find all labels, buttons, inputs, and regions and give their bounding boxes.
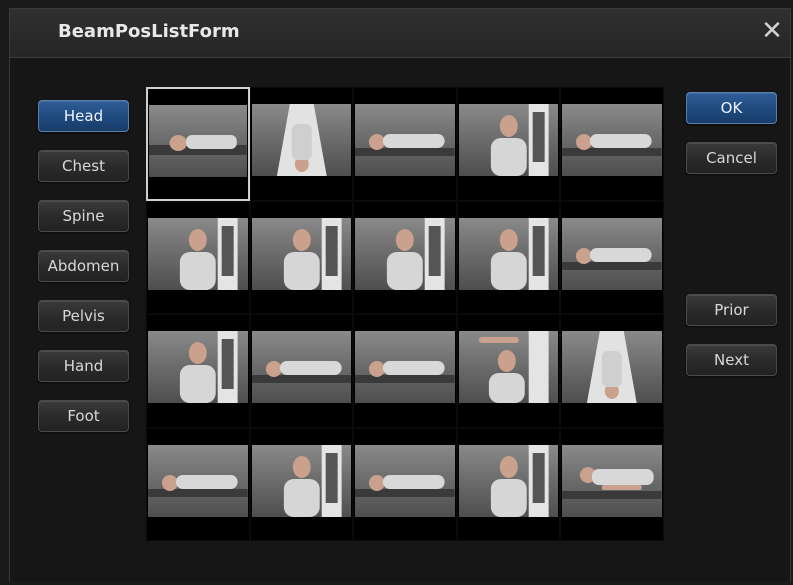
patient-position-image — [355, 444, 455, 517]
position-thumbnail[interactable] — [249, 87, 354, 201]
cancel-button[interactable]: Cancel — [686, 142, 777, 174]
patient-position-image — [562, 444, 662, 517]
title-bar: BeamPosListForm ✕ — [10, 9, 790, 58]
ok-button[interactable]: OK — [686, 92, 777, 124]
position-thumbnail[interactable] — [146, 200, 250, 314]
patient-position-image — [458, 217, 559, 290]
position-thumbnail[interactable] — [560, 87, 664, 201]
position-thumbnail[interactable] — [560, 200, 664, 314]
patient-position-image — [355, 217, 455, 290]
position-thumbnail[interactable] — [560, 314, 664, 428]
patient-position-image — [458, 331, 559, 403]
position-thumbnail[interactable] — [456, 314, 561, 428]
window-title: BeamPosListForm — [58, 21, 240, 42]
position-thumbnail[interactable] — [353, 87, 457, 201]
position-thumbnail[interactable] — [249, 427, 354, 541]
position-thumbnail[interactable] — [249, 314, 354, 428]
patient-position-image — [148, 331, 248, 403]
patient-position-image — [251, 444, 352, 517]
position-thumbnail[interactable] — [456, 427, 561, 541]
prior-button[interactable]: Prior — [686, 294, 777, 326]
position-thumbnail[interactable] — [249, 200, 354, 314]
patient-position-image — [251, 104, 352, 176]
position-thumbnail[interactable] — [146, 87, 250, 201]
position-thumbnail[interactable] — [146, 427, 250, 541]
body-part-hand-button[interactable]: Hand — [38, 350, 129, 382]
body-part-pelvis-button[interactable]: Pelvis — [38, 300, 129, 332]
body-part-chest-button[interactable]: Chest — [38, 150, 129, 182]
position-thumbnail[interactable] — [560, 427, 664, 541]
position-thumbnail-grid — [146, 87, 664, 541]
patient-position-image — [562, 217, 662, 290]
body-part-foot-button[interactable]: Foot — [38, 400, 129, 432]
position-thumbnail[interactable] — [353, 314, 457, 428]
patient-position-image — [355, 104, 455, 176]
patient-position-image — [562, 104, 662, 176]
patient-position-image — [148, 217, 248, 290]
dialog-content: Head Chest Spine Abdomen Pelvis Hand Foo… — [10, 58, 790, 582]
position-thumbnail[interactable] — [353, 427, 457, 541]
body-part-spine-button[interactable]: Spine — [38, 200, 129, 232]
next-button[interactable]: Next — [686, 344, 777, 376]
position-thumbnail[interactable] — [353, 200, 457, 314]
body-part-head-button[interactable]: Head — [38, 100, 129, 132]
body-part-abdomen-button[interactable]: Abdomen — [38, 250, 129, 282]
patient-position-image — [251, 217, 352, 290]
patient-position-image — [251, 331, 352, 403]
position-thumbnail[interactable] — [456, 200, 561, 314]
patient-position-image — [355, 331, 455, 403]
beam-pos-list-window: BeamPosListForm ✕ Head Chest Spine Abdom… — [9, 8, 791, 582]
patient-position-image — [149, 105, 247, 177]
position-thumbnail[interactable] — [456, 87, 561, 201]
patient-position-image — [458, 444, 559, 517]
close-icon[interactable]: ✕ — [758, 17, 786, 45]
position-thumbnail[interactable] — [146, 314, 250, 428]
patient-position-image — [148, 444, 248, 517]
patient-position-image — [458, 104, 559, 176]
patient-position-image — [562, 331, 662, 403]
